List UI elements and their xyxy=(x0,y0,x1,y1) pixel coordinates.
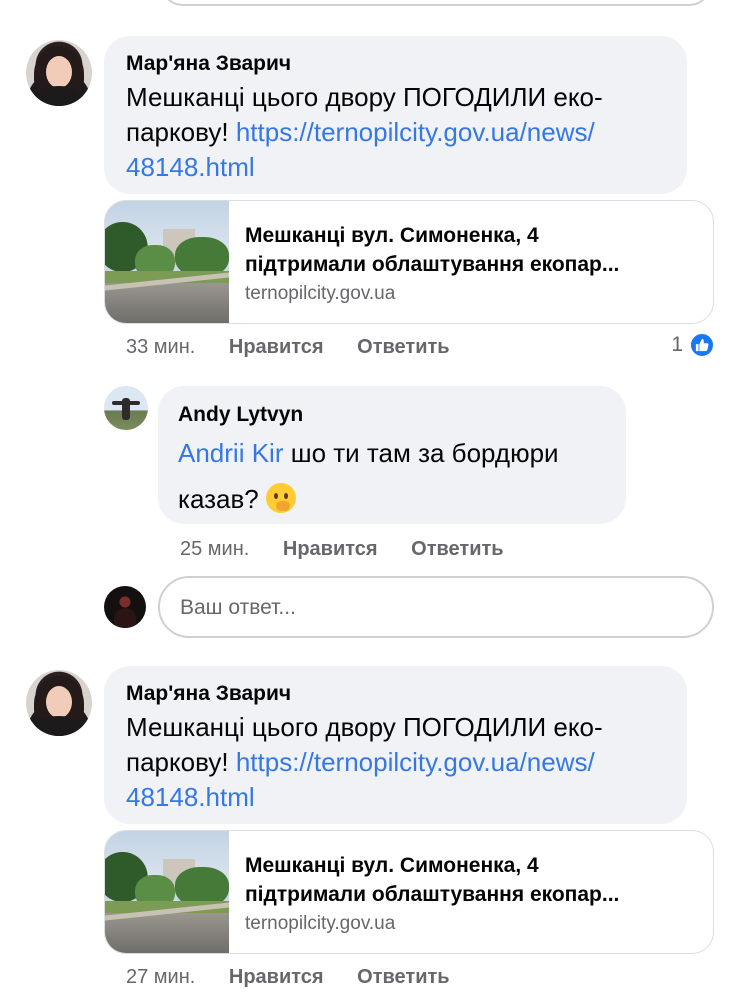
reaction-summary[interactable]: 1 xyxy=(671,332,715,358)
reply-button[interactable]: Ответить xyxy=(357,336,449,359)
comment-text-line: паркову! xyxy=(126,747,236,777)
comment-link[interactable]: 48148.html xyxy=(126,152,255,182)
link-preview-thumbnail xyxy=(105,201,229,323)
comment-link[interactable]: https://ternopilcity.gov.ua/news/ xyxy=(236,747,595,777)
comment-meta: 33 мин. Нравится Ответить xyxy=(126,336,450,359)
like-button[interactable]: Нравится xyxy=(229,336,324,359)
comment-author[interactable]: Мар'яна Зварич xyxy=(126,682,291,706)
avatar[interactable] xyxy=(26,40,92,106)
reaction-count: 1 xyxy=(671,333,683,356)
comment-bubble: Andy Lytvyn Andrii Kir шо ти там за борд… xyxy=(158,386,626,524)
avatar-person xyxy=(122,398,130,420)
like-button[interactable]: Нравится xyxy=(283,538,378,561)
previous-reply-input[interactable] xyxy=(160,0,712,6)
comment-text: Мешканці цього двору ПОГОДИЛИ еко- парко… xyxy=(126,80,603,185)
comment-text-line: шо ти там за бордюри xyxy=(283,438,559,468)
link-preview-card[interactable]: Мешканці вул. Симоненка, 4 підтримали об… xyxy=(104,830,714,954)
link-preview-title-line: Мешканці вул. Симоненка, 4 xyxy=(245,224,539,247)
link-preview-card[interactable]: Мешканці вул. Симоненка, 4 підтримали об… xyxy=(104,200,714,324)
link-preview-title: Мешканці вул. Симоненка, 4 підтримали об… xyxy=(245,221,705,279)
avatar-face xyxy=(46,686,72,718)
comment-text-line: паркову! xyxy=(126,117,236,147)
link-preview-domain: ternopilcity.gov.ua xyxy=(245,913,396,934)
comment-bubble: Мар'яна Зварич Мешканці цього двору ПОГО… xyxy=(104,666,687,824)
comment-timestamp[interactable]: 27 мин. xyxy=(126,966,195,989)
comment-author[interactable]: Мар'яна Зварич xyxy=(126,52,291,76)
avatar[interactable] xyxy=(26,670,92,736)
link-preview-title-line: підтримали облаштування екопар... xyxy=(245,253,620,276)
comment-link[interactable]: 48148.html xyxy=(126,782,255,812)
reply-input[interactable] xyxy=(180,592,680,624)
comment-text: Andrii Kir шо ти там за бордюри казав? xyxy=(178,430,559,522)
comment-text-line: Мешканці цього двору ПОГОДИЛИ еко- xyxy=(126,712,603,742)
comment-author[interactable]: Andy Lytvyn xyxy=(178,403,303,427)
comment-bubble: Мар'яна Зварич Мешканці цього двору ПОГО… xyxy=(104,36,687,194)
current-user-avatar[interactable] xyxy=(104,586,146,628)
comment-text-line: казав? xyxy=(178,484,266,514)
avatar-face xyxy=(46,56,72,88)
link-preview-thumbnail xyxy=(105,831,229,953)
reply-input-box[interactable] xyxy=(158,576,714,638)
comment-meta: 25 мин. Нравится Ответить xyxy=(180,538,504,561)
link-preview-title-line: Мешканці вул. Симоненка, 4 xyxy=(245,854,539,877)
link-preview-title: Мешканці вул. Симоненка, 4 підтримали об… xyxy=(245,851,705,909)
thumbs-up-icon xyxy=(689,332,715,358)
comment-meta: 27 мин. Нравится Ответить xyxy=(126,966,450,989)
mention-link[interactable]: Andrii Kir xyxy=(178,438,283,468)
comment-text: Мешканці цього двору ПОГОДИЛИ еко- парко… xyxy=(126,710,603,815)
avatar-body xyxy=(114,608,136,628)
thinking-face-emoji xyxy=(266,483,296,514)
reply-button[interactable]: Ответить xyxy=(357,966,449,989)
like-button[interactable]: Нравится xyxy=(229,966,324,989)
reply-button[interactable]: Ответить xyxy=(411,538,503,561)
comment-timestamp[interactable]: 25 мин. xyxy=(180,538,249,561)
link-preview-title-line: підтримали облаштування екопар... xyxy=(245,883,620,906)
comment-timestamp[interactable]: 33 мин. xyxy=(126,336,195,359)
avatar[interactable] xyxy=(104,386,148,430)
link-preview-domain: ternopilcity.gov.ua xyxy=(245,283,396,304)
comment-text-line: Мешканці цього двору ПОГОДИЛИ еко- xyxy=(126,82,603,112)
comment-link[interactable]: https://ternopilcity.gov.ua/news/ xyxy=(236,117,595,147)
